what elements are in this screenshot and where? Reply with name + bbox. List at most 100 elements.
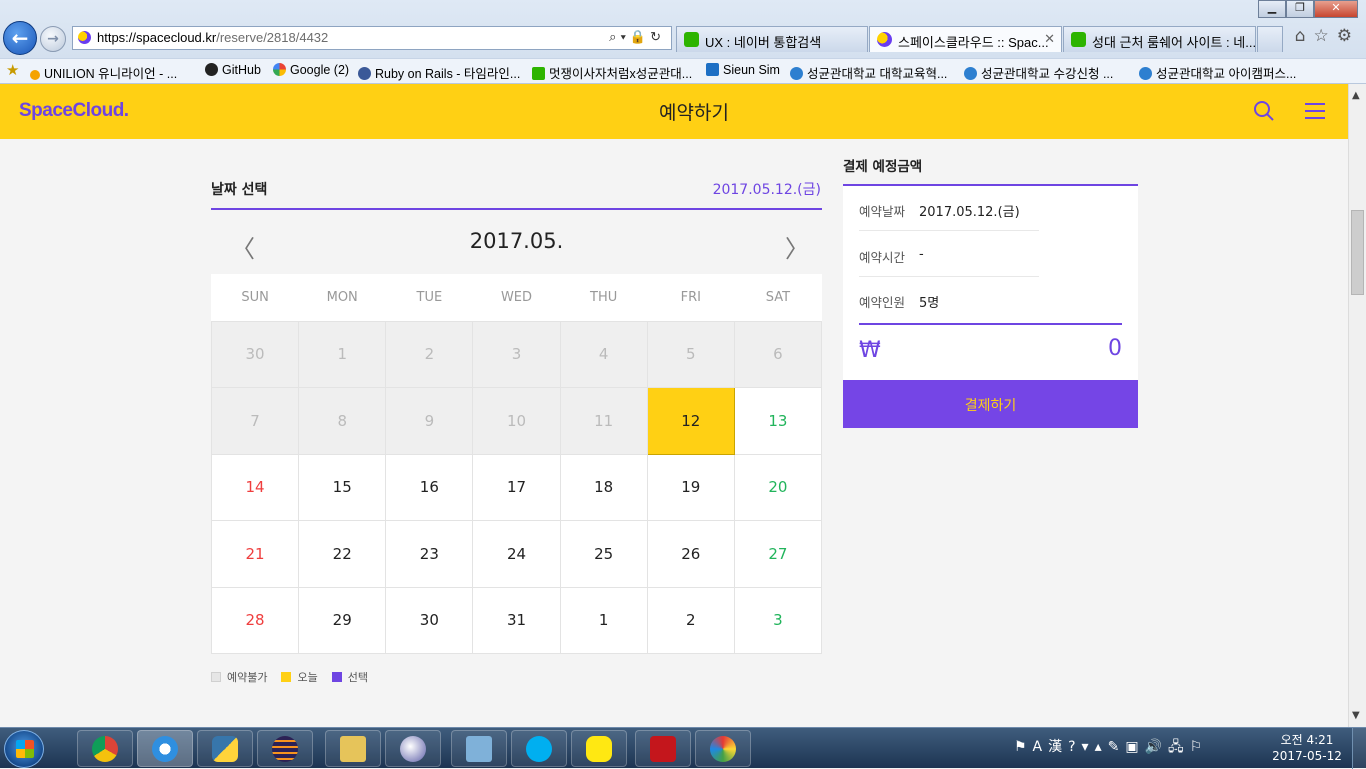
weekday-header-row: SUN MON TUE WED THU FRI SAT — [211, 274, 822, 322]
calendar-day[interactable]: 17 — [472, 453, 561, 521]
calendar-day[interactable]: 14 — [210, 453, 300, 521]
calendar-day[interactable]: 31 — [472, 586, 561, 654]
calendar-day[interactable]: 3 — [733, 586, 823, 654]
taskbar-skype[interactable] — [511, 730, 567, 767]
favorite-label: UNILION 유니라이언 - ... — [44, 67, 178, 81]
favorite-link[interactable]: UNILION 유니라이언 - ... — [30, 63, 177, 82]
calendar-day[interactable]: 23 — [385, 520, 474, 588]
favorites-add-icon[interactable]: ★ — [6, 61, 19, 79]
system-clock[interactable]: 오전 4:21 2017-05-12 — [1270, 732, 1344, 764]
calendar-day[interactable]: 18 — [559, 453, 648, 521]
ie-page-icon — [964, 67, 977, 80]
taskbar-acrobat[interactable] — [635, 730, 691, 767]
taskbar-ie[interactable] — [137, 730, 193, 767]
start-button[interactable] — [4, 730, 44, 768]
favorite-link[interactable]: 성균관대학교 아이캠퍼스... — [1139, 63, 1296, 82]
calendar-day[interactable]: 15 — [298, 453, 387, 521]
favorite-label: Google (2) — [290, 63, 350, 77]
taskbar-python[interactable] — [197, 730, 253, 767]
payment-row-key: 예약인원 — [859, 295, 906, 310]
tab-naver[interactable]: UX : 네이버 통합검색 — [676, 26, 868, 52]
tab-label: 성대 근처 룸쉐어 사이트 : 네... — [1092, 35, 1256, 50]
taskbar-eclipse[interactable] — [257, 730, 313, 767]
legend-item: 예약불가 — [211, 669, 267, 685]
favorite-link[interactable]: Sieun Sim — [706, 63, 780, 77]
system-tray[interactable]: ⚑A漢?▾▴✎▣🔊🖧⚐ — [1014, 736, 1208, 760]
scroll-down-icon[interactable]: ▼ — [1352, 710, 1360, 721]
clock-time: 오전 4:21 — [1280, 733, 1334, 747]
search-icon[interactable] — [1253, 100, 1275, 122]
url-path: /reserve/2818/4432 — [216, 30, 329, 45]
address-tools-icon[interactable]: ⌕▾🔒↻ — [609, 29, 665, 45]
calendar-day[interactable]: 12 — [646, 387, 735, 455]
calendar-month-label: 2017.05. — [469, 229, 564, 253]
new-tab-button[interactable] — [1257, 26, 1283, 52]
calendar-day[interactable]: 13 — [733, 387, 823, 455]
calendar-day[interactable]: 22 — [298, 520, 387, 588]
favorites-star-icon[interactable]: ☆ — [1314, 26, 1337, 46]
settings-gear-icon[interactable]: ⚙ — [1337, 26, 1360, 46]
calendar-day[interactable]: 20 — [733, 453, 823, 521]
folder-icon — [340, 735, 366, 762]
show-desktop-button[interactable] — [1352, 728, 1366, 769]
maximize-button[interactable]: ❐ — [1286, 0, 1314, 18]
ie-page-icon — [1139, 67, 1152, 80]
favorite-label: Ruby on Rails - 타임라인... — [375, 67, 521, 81]
eclipse-icon — [272, 735, 298, 762]
calendar-day[interactable]: 19 — [646, 453, 735, 521]
back-button[interactable]: ← — [3, 21, 37, 55]
calendar-week-row: 30 1 2 3 4 5 6 — [210, 320, 823, 388]
favorite-link[interactable]: GitHub — [205, 63, 261, 77]
taskbar-chrome[interactable] — [77, 730, 133, 767]
tab-label: UX : 네이버 통합검색 — [705, 35, 822, 50]
calendar-day[interactable]: 24 — [472, 520, 561, 588]
section-divider — [211, 208, 822, 210]
calendar-day[interactable]: 26 — [646, 520, 735, 588]
calendar-day[interactable]: 2 — [646, 586, 735, 654]
hamburger-menu-icon[interactable] — [1305, 103, 1325, 119]
taskbar-paint[interactable] — [695, 730, 751, 767]
scroll-up-icon[interactable]: ▲ — [1352, 90, 1360, 101]
github-icon — [205, 63, 218, 76]
chrome-icon — [92, 735, 118, 762]
close-window-button[interactable]: ✕ — [1314, 0, 1358, 18]
tab-close-icon[interactable]: ✕ — [1044, 31, 1055, 47]
home-icon[interactable]: ⌂ — [1295, 26, 1314, 46]
taskbar-explorer[interactable] — [325, 730, 381, 767]
scroll-thumb[interactable] — [1351, 210, 1364, 295]
tab-spacecloud[interactable]: 스페이스클라우드 :: Spac... ✕ — [869, 26, 1062, 52]
calendar-day[interactable]: 27 — [733, 520, 823, 588]
favorite-link[interactable]: Ruby on Rails - 타임라인... — [358, 63, 520, 82]
calendar-day: 2 — [385, 320, 474, 388]
taskbar-kakaotalk[interactable] — [571, 730, 627, 767]
forward-button[interactable]: → — [40, 26, 66, 52]
next-month-chevron-icon[interactable]: 〉 — [785, 229, 809, 264]
payment-row-value: 5명 — [919, 296, 940, 311]
favorite-link[interactable]: 멋쟁이사자처럼x성균관대... — [532, 63, 692, 82]
favorites-bar: ★ UNILION 유니라이언 - ... GitHub Google (2) … — [0, 58, 1366, 84]
calendar-day[interactable]: 30 — [385, 586, 474, 654]
taskbar-app[interactable] — [385, 730, 441, 767]
minimize-button[interactable]: ▁ — [1258, 0, 1286, 18]
tab-roomshare[interactable]: 성대 근처 룸쉐어 사이트 : 네... — [1063, 26, 1256, 52]
calendar-day: 11 — [559, 387, 648, 455]
favorite-site-icon — [532, 67, 545, 80]
calendar-week-row: 7 8 9 10 11 12 13 — [210, 387, 823, 455]
calendar-day[interactable]: 21 — [210, 520, 300, 588]
won-currency-icon: ₩ — [859, 338, 881, 363]
calendar-day[interactable]: 25 — [559, 520, 648, 588]
favorite-link[interactable]: 성균관대학교 대학교육혁... — [790, 63, 947, 82]
unilion-icon — [30, 70, 40, 80]
address-bar[interactable]: https://spacecloud.kr/reserve/2818/4432 … — [72, 26, 672, 50]
pay-button[interactable]: 결제하기 — [843, 380, 1138, 428]
weekday-label: SAT — [734, 274, 822, 322]
legend-label: 예약불가 — [227, 671, 268, 684]
page-scrollbar[interactable]: ▲ ▼ — [1348, 84, 1366, 727]
calendar-day[interactable]: 1 — [559, 586, 648, 654]
calendar-day[interactable]: 29 — [298, 586, 387, 654]
favorite-link[interactable]: Google (2) — [273, 63, 349, 77]
calendar-day[interactable]: 28 — [210, 586, 300, 654]
favorite-link[interactable]: 성균관대학교 수강신청 ... — [964, 63, 1113, 82]
taskbar-remote[interactable] — [451, 730, 507, 767]
calendar-day[interactable]: 16 — [385, 453, 474, 521]
